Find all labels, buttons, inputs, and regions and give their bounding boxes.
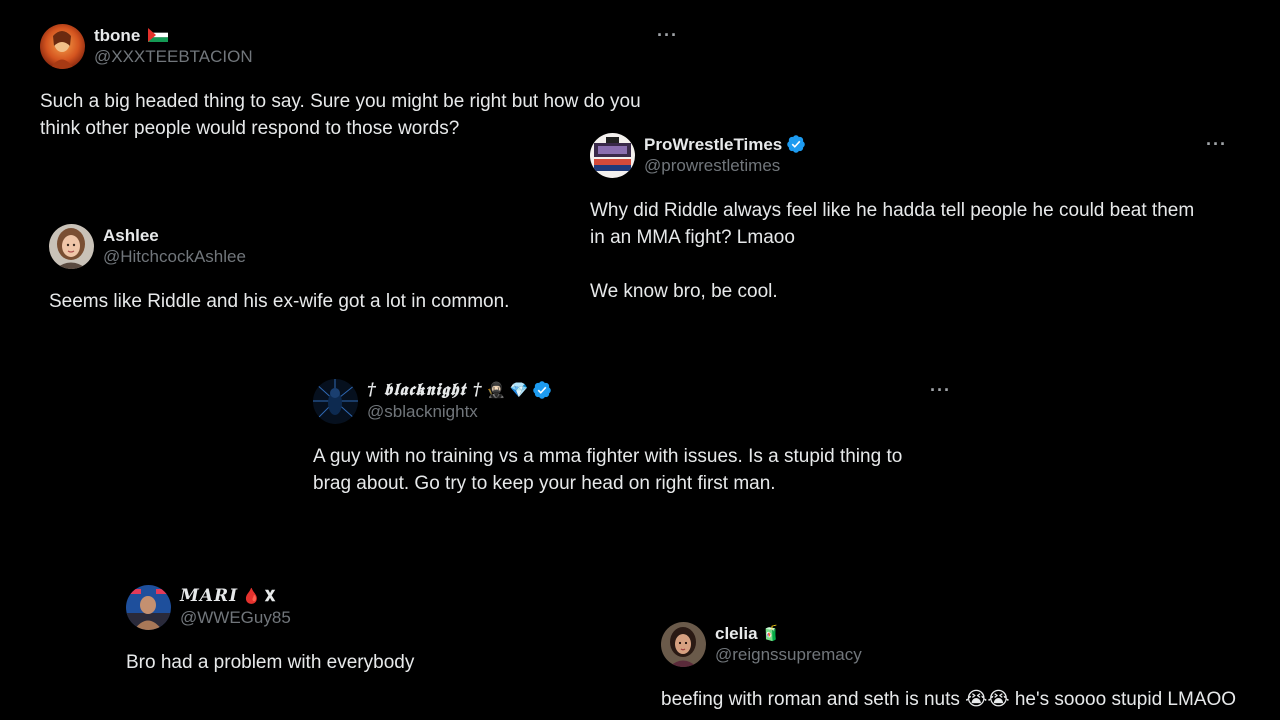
tweet-header: Ashlee @HitchcockAshlee bbox=[49, 224, 569, 270]
more-horizontal-icon[interactable]: ··· bbox=[930, 381, 951, 399]
user-handle[interactable]: @prowrestletimes bbox=[644, 157, 806, 174]
avatar[interactable] bbox=[49, 224, 94, 269]
tweet-tbone[interactable]: tbone @XXXTEEBTACION ··· Such a big head… bbox=[40, 24, 680, 142]
tweet-header: tbone @XXXTEEBTACION ··· bbox=[40, 24, 680, 70]
name-emoji: 🩸 𝐗 bbox=[242, 587, 276, 605]
user-handle[interactable]: @sblacknightx bbox=[367, 403, 552, 420]
tweet-text: beefing with roman and seth is nuts 😭😭 h… bbox=[661, 689, 1237, 710]
palestine-flag-icon bbox=[148, 28, 169, 42]
display-name-text: † 𝖇𝖑𝖆𝖈𝖐𝖓𝖎𝖌𝖍𝖙 † bbox=[367, 379, 483, 400]
user-names: 𝑴𝑨𝑹𝑰 🩸 𝐗 @WWEGuy85 bbox=[180, 585, 291, 626]
tweet-text: Such a big headed thing to say. Sure you… bbox=[40, 91, 641, 139]
display-name[interactable]: ProWrestleTimes bbox=[644, 133, 806, 155]
tweet-header: clelia 🧃 @reignssupremacy bbox=[661, 622, 1276, 668]
tweet-text: Seems like Riddle and his ex-wife got a … bbox=[49, 291, 510, 312]
verified-badge-icon bbox=[786, 134, 806, 154]
tweet-text: A guy with no training vs a mma fighter … bbox=[313, 446, 903, 494]
tweet-collage: tbone @XXXTEEBTACION ··· Such a big head… bbox=[0, 0, 1280, 720]
more-horizontal-icon[interactable]: ··· bbox=[1206, 135, 1227, 153]
avatar[interactable] bbox=[661, 622, 706, 667]
user-handle[interactable]: @HitchcockAshlee bbox=[103, 248, 246, 265]
display-name-text: 𝑴𝑨𝑹𝑰 bbox=[180, 585, 239, 606]
display-name[interactable]: clelia 🧃 bbox=[715, 622, 862, 644]
verified-badge-icon bbox=[532, 380, 552, 400]
tweet-clelia[interactable]: clelia 🧃 @reignssupremacy beefing with r… bbox=[661, 622, 1276, 713]
tweet-text: Why did Riddle always feel like he hadda… bbox=[590, 200, 1195, 302]
avatar[interactable] bbox=[40, 24, 85, 69]
user-names: clelia 🧃 @reignssupremacy bbox=[715, 622, 862, 664]
user-names: ProWrestleTimes @prowrestletimes bbox=[644, 133, 806, 174]
avatar[interactable] bbox=[126, 585, 171, 630]
tweet-header: 𝑴𝑨𝑹𝑰 🩸 𝐗 @WWEGuy85 bbox=[126, 585, 546, 631]
tweet-prowrestletimes[interactable]: ProWrestleTimes @prowrestletimes ··· Why… bbox=[590, 133, 1240, 305]
name-emoji: 🥷🏻 💎 bbox=[486, 381, 529, 399]
avatar[interactable] bbox=[313, 379, 358, 424]
user-handle[interactable]: @reignssupremacy bbox=[715, 646, 862, 663]
user-names: † 𝖇𝖑𝖆𝖈𝖐𝖓𝖎𝖌𝖍𝖙 † 🥷🏻 💎 @sblacknightx bbox=[367, 379, 552, 420]
tweet-text: Bro had a problem with everybody bbox=[126, 652, 415, 673]
user-handle[interactable]: @XXXTEEBTACION bbox=[94, 48, 253, 65]
display-name-text: Ashlee bbox=[103, 225, 159, 245]
display-name[interactable]: Ashlee bbox=[103, 224, 246, 246]
display-name[interactable]: tbone bbox=[94, 24, 253, 46]
display-name-text: clelia bbox=[715, 623, 758, 643]
tweet-header: † 𝖇𝖑𝖆𝖈𝖐𝖓𝖎𝖌𝖍𝖙 † 🥷🏻 💎 @sblacknightx ··· bbox=[313, 379, 953, 425]
user-handle[interactable]: @WWEGuy85 bbox=[180, 609, 291, 626]
display-name-text: tbone bbox=[94, 25, 141, 45]
display-name-text: ProWrestleTimes bbox=[644, 134, 783, 154]
user-names: tbone @XXXTEEBTACION bbox=[94, 24, 253, 66]
more-horizontal-icon[interactable]: ··· bbox=[657, 26, 678, 44]
display-name[interactable]: † 𝖇𝖑𝖆𝖈𝖐𝖓𝖎𝖌𝖍𝖙 † 🥷🏻 💎 bbox=[367, 379, 552, 401]
avatar[interactable] bbox=[590, 133, 635, 178]
tweet-ashlee[interactable]: Ashlee @HitchcockAshlee Seems like Riddl… bbox=[49, 224, 569, 315]
tweet-blacknight[interactable]: † 𝖇𝖑𝖆𝖈𝖐𝖓𝖎𝖌𝖍𝖙 † 🥷🏻 💎 @sblacknightx ··· A … bbox=[313, 379, 953, 497]
name-emoji: 🧃 bbox=[761, 624, 781, 642]
user-names: Ashlee @HitchcockAshlee bbox=[103, 224, 246, 266]
tweet-header: ProWrestleTimes @prowrestletimes ··· bbox=[590, 133, 1240, 179]
tweet-mari[interactable]: 𝑴𝑨𝑹𝑰 🩸 𝐗 @WWEGuy85 Bro had a problem wit… bbox=[126, 585, 546, 676]
display-name[interactable]: 𝑴𝑨𝑹𝑰 🩸 𝐗 bbox=[180, 585, 291, 607]
